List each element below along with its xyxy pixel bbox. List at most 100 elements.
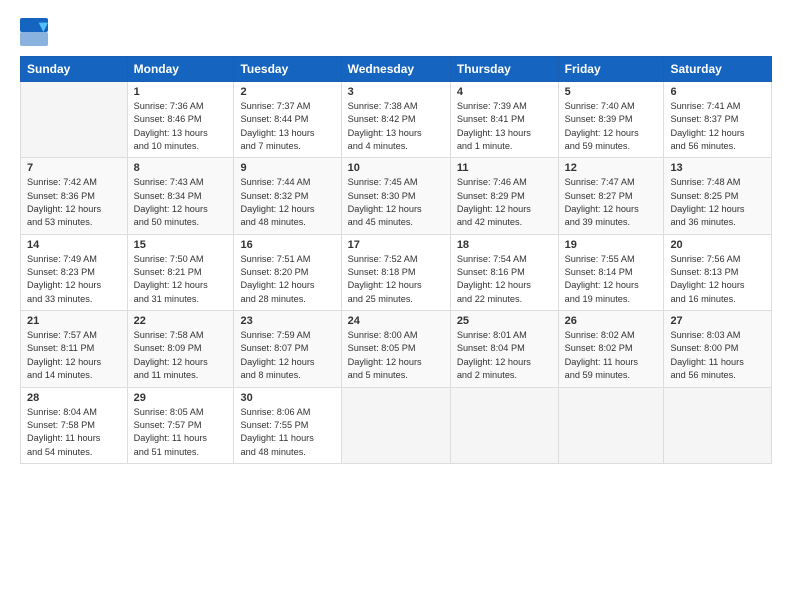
day-number: 6	[670, 86, 765, 98]
day-number: 17	[348, 239, 444, 251]
day-info: Sunrise: 8:05 AM Sunset: 7:57 PM Dayligh…	[134, 406, 228, 459]
day-number: 19	[565, 239, 658, 251]
day-number: 1	[134, 86, 228, 98]
calendar-week-5: 28 Sunrise: 8:04 AM Sunset: 7:58 PM Dayli…	[21, 387, 772, 463]
day-number: 27	[670, 315, 765, 327]
calendar-cell: 2 Sunrise: 7:37 AM Sunset: 8:44 PM Daylig…	[234, 82, 341, 158]
day-info: Sunrise: 7:51 AM Sunset: 8:20 PM Dayligh…	[240, 253, 334, 306]
day-number: 24	[348, 315, 444, 327]
day-info: Sunrise: 7:38 AM Sunset: 8:42 PM Dayligh…	[348, 100, 444, 153]
calendar-week-2: 7 Sunrise: 7:42 AM Sunset: 8:36 PM Daylig…	[21, 158, 772, 234]
calendar-cell: 29 Sunrise: 8:05 AM Sunset: 7:57 PM Dayli…	[127, 387, 234, 463]
day-number: 29	[134, 392, 228, 404]
calendar-cell: 3 Sunrise: 7:38 AM Sunset: 8:42 PM Daylig…	[341, 82, 450, 158]
calendar-cell: 5 Sunrise: 7:40 AM Sunset: 8:39 PM Daylig…	[558, 82, 664, 158]
calendar-cell	[450, 387, 558, 463]
day-number: 15	[134, 239, 228, 251]
day-info: Sunrise: 7:54 AM Sunset: 8:16 PM Dayligh…	[457, 253, 552, 306]
calendar-cell: 26 Sunrise: 8:02 AM Sunset: 8:02 PM Dayli…	[558, 311, 664, 387]
calendar-cell: 27 Sunrise: 8:03 AM Sunset: 8:00 PM Dayli…	[664, 311, 772, 387]
calendar-cell: 30 Sunrise: 8:06 AM Sunset: 7:55 PM Dayli…	[234, 387, 341, 463]
day-info: Sunrise: 7:47 AM Sunset: 8:27 PM Dayligh…	[565, 176, 658, 229]
day-info: Sunrise: 7:42 AM Sunset: 8:36 PM Dayligh…	[27, 176, 121, 229]
logo-icon	[20, 18, 48, 46]
calendar-week-1: 1 Sunrise: 7:36 AM Sunset: 8:46 PM Daylig…	[21, 82, 772, 158]
day-number: 23	[240, 315, 334, 327]
calendar-cell: 19 Sunrise: 7:55 AM Sunset: 8:14 PM Dayli…	[558, 234, 664, 310]
day-number: 8	[134, 162, 228, 174]
calendar: SundayMondayTuesdayWednesdayThursdayFrid…	[20, 56, 772, 464]
day-info: Sunrise: 7:52 AM Sunset: 8:18 PM Dayligh…	[348, 253, 444, 306]
calendar-cell: 1 Sunrise: 7:36 AM Sunset: 8:46 PM Daylig…	[127, 82, 234, 158]
day-info: Sunrise: 7:49 AM Sunset: 8:23 PM Dayligh…	[27, 253, 121, 306]
day-number: 26	[565, 315, 658, 327]
day-info: Sunrise: 7:57 AM Sunset: 8:11 PM Dayligh…	[27, 329, 121, 382]
day-number: 2	[240, 86, 334, 98]
calendar-cell: 22 Sunrise: 7:58 AM Sunset: 8:09 PM Dayli…	[127, 311, 234, 387]
calendar-cell: 24 Sunrise: 8:00 AM Sunset: 8:05 PM Dayli…	[341, 311, 450, 387]
calendar-cell: 28 Sunrise: 8:04 AM Sunset: 7:58 PM Dayli…	[21, 387, 128, 463]
page-header	[20, 18, 772, 46]
day-info: Sunrise: 7:59 AM Sunset: 8:07 PM Dayligh…	[240, 329, 334, 382]
calendar-cell	[21, 82, 128, 158]
day-number: 4	[457, 86, 552, 98]
calendar-cell	[664, 387, 772, 463]
calendar-cell	[341, 387, 450, 463]
day-number: 12	[565, 162, 658, 174]
weekday-header-thursday: Thursday	[450, 57, 558, 82]
calendar-cell: 13Sunrise: 7:48 AM Sunset: 8:25 PM Dayli…	[664, 158, 772, 234]
day-number: 11	[457, 162, 552, 174]
day-info: Sunrise: 7:58 AM Sunset: 8:09 PM Dayligh…	[134, 329, 228, 382]
calendar-cell: 4 Sunrise: 7:39 AM Sunset: 8:41 PM Daylig…	[450, 82, 558, 158]
day-number: 14	[27, 239, 121, 251]
day-info: Sunrise: 7:40 AM Sunset: 8:39 PM Dayligh…	[565, 100, 658, 153]
day-number: 28	[27, 392, 121, 404]
day-info: Sunrise: 7:44 AM Sunset: 8:32 PM Dayligh…	[240, 176, 334, 229]
weekday-header-friday: Friday	[558, 57, 664, 82]
day-info: Sunrise: 7:39 AM Sunset: 8:41 PM Dayligh…	[457, 100, 552, 153]
calendar-cell: 18Sunrise: 7:54 AM Sunset: 8:16 PM Dayli…	[450, 234, 558, 310]
calendar-cell: 12 Sunrise: 7:47 AM Sunset: 8:27 PM Dayli…	[558, 158, 664, 234]
weekday-header-sunday: Sunday	[21, 57, 128, 82]
day-number: 16	[240, 239, 334, 251]
calendar-cell: 21 Sunrise: 7:57 AM Sunset: 8:11 PM Dayli…	[21, 311, 128, 387]
weekday-header-saturday: Saturday	[664, 57, 772, 82]
day-info: Sunrise: 8:06 AM Sunset: 7:55 PM Dayligh…	[240, 406, 334, 459]
day-info: Sunrise: 8:02 AM Sunset: 8:02 PM Dayligh…	[565, 329, 658, 382]
logo	[20, 18, 52, 46]
day-info: Sunrise: 7:55 AM Sunset: 8:14 PM Dayligh…	[565, 253, 658, 306]
day-number: 25	[457, 315, 552, 327]
day-number: 21	[27, 315, 121, 327]
day-info: Sunrise: 8:00 AM Sunset: 8:05 PM Dayligh…	[348, 329, 444, 382]
calendar-week-4: 21 Sunrise: 7:57 AM Sunset: 8:11 PM Dayli…	[21, 311, 772, 387]
day-info: Sunrise: 7:37 AM Sunset: 8:44 PM Dayligh…	[240, 100, 334, 153]
day-info: Sunrise: 7:36 AM Sunset: 8:46 PM Dayligh…	[134, 100, 228, 153]
calendar-cell: 6 Sunrise: 7:41 AM Sunset: 8:37 PM Daylig…	[664, 82, 772, 158]
day-info: Sunrise: 7:56 AM Sunset: 8:13 PM Dayligh…	[670, 253, 765, 306]
weekday-header-monday: Monday	[127, 57, 234, 82]
day-info: Sunrise: 7:46 AM Sunset: 8:29 PM Dayligh…	[457, 176, 552, 229]
calendar-cell: 7 Sunrise: 7:42 AM Sunset: 8:36 PM Daylig…	[21, 158, 128, 234]
day-info: Sunrise: 8:03 AM Sunset: 8:00 PM Dayligh…	[670, 329, 765, 382]
calendar-cell: 16 Sunrise: 7:51 AM Sunset: 8:20 PM Dayli…	[234, 234, 341, 310]
day-number: 5	[565, 86, 658, 98]
weekday-header-wednesday: Wednesday	[341, 57, 450, 82]
day-number: 7	[27, 162, 121, 174]
day-info: Sunrise: 7:43 AM Sunset: 8:34 PM Dayligh…	[134, 176, 228, 229]
day-number: 10	[348, 162, 444, 174]
day-info: Sunrise: 7:41 AM Sunset: 8:37 PM Dayligh…	[670, 100, 765, 153]
day-info: Sunrise: 7:50 AM Sunset: 8:21 PM Dayligh…	[134, 253, 228, 306]
weekday-header-tuesday: Tuesday	[234, 57, 341, 82]
day-number: 3	[348, 86, 444, 98]
day-number: 22	[134, 315, 228, 327]
weekday-header-row: SundayMondayTuesdayWednesdayThursdayFrid…	[21, 57, 772, 82]
calendar-cell: 25Sunrise: 8:01 AM Sunset: 8:04 PM Dayli…	[450, 311, 558, 387]
day-info: Sunrise: 8:04 AM Sunset: 7:58 PM Dayligh…	[27, 406, 121, 459]
calendar-cell: 20 Sunrise: 7:56 AM Sunset: 8:13 PM Dayli…	[664, 234, 772, 310]
calendar-cell: 14 Sunrise: 7:49 AM Sunset: 8:23 PM Dayli…	[21, 234, 128, 310]
calendar-cell: 23 Sunrise: 7:59 AM Sunset: 8:07 PM Dayli…	[234, 311, 341, 387]
calendar-cell: 8 Sunrise: 7:43 AM Sunset: 8:34 PM Daylig…	[127, 158, 234, 234]
day-number: 20	[670, 239, 765, 251]
day-number: 9	[240, 162, 334, 174]
day-number: 30	[240, 392, 334, 404]
